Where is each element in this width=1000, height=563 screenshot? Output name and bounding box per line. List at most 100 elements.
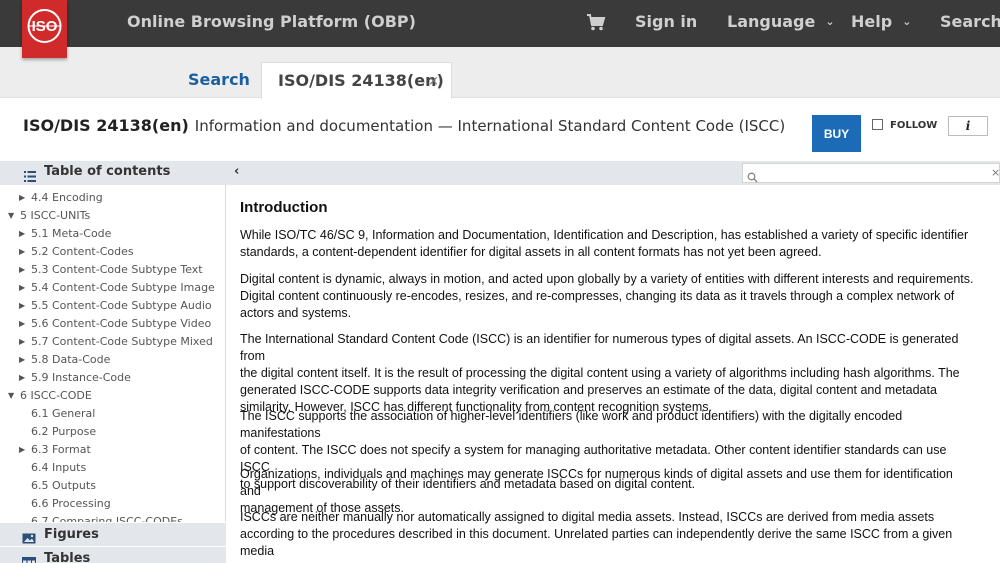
toc-item[interactable]: ▼ 6 ISCC-CODE: [8, 389, 92, 402]
toc-item[interactable]: ▶ 5.2 Content-Codes: [19, 245, 134, 258]
document-search[interactable]: ×: [742, 163, 1000, 183]
language-menu[interactable]: Language ⌄: [727, 12, 835, 31]
sign-in-link[interactable]: Sign in: [635, 12, 697, 31]
toc-item-label: 5.7 Content-Code Subtype Mixed: [31, 335, 213, 348]
caret-right-icon[interactable]: ▶: [19, 229, 25, 238]
paragraph-line: The ISCC supports the association of hig…: [240, 409, 903, 440]
toc-item-label: 5 ISCC-UNITs: [20, 209, 91, 222]
collapse-panel-button[interactable]: ‹: [234, 164, 239, 179]
tab-search[interactable]: Search: [188, 70, 250, 89]
paragraph: While ISO/TC 46/SC 9, Information and Do…: [240, 227, 975, 261]
toc-item[interactable]: ▶ 5.3 Content-Code Subtype Text: [19, 263, 203, 276]
toc-item-label: 6.1 General: [31, 407, 96, 420]
toc-item-label: 5.2 Content-Codes: [31, 245, 134, 258]
toc-item-label: 5.8 Data-Code: [31, 353, 111, 366]
paragraph-line: While ISO/TC 46/SC 9, Information and Do…: [240, 228, 969, 242]
table-icon: [22, 553, 36, 563]
toc-item[interactable]: ▶ 5.5 Content-Code Subtype Audio: [19, 299, 212, 312]
toc-list: ▶ 4.4 Encoding ▼ 5 ISCC-UNITs ▶ 5.1 Meta-Code…: [0, 185, 226, 522]
toc-item-label: 5.1 Meta-Code: [31, 227, 112, 240]
toc-item[interactable]: 6.6 Processing: [31, 497, 111, 510]
platform-title[interactable]: Online Browsing Platform (OBP): [127, 12, 416, 31]
figures-panel[interactable]: Figures: [0, 522, 226, 546]
paragraph: ISCCs are neither manually nor automatic…: [240, 509, 975, 563]
toc-item[interactable]: 6.4 Inputs: [31, 461, 86, 474]
tables-panel[interactable]: Tables: [0, 546, 226, 563]
toc-item-label: 6 ISCC-CODE: [20, 389, 92, 402]
toc-item-label: 6.5 Outputs: [31, 479, 96, 492]
toc-item[interactable]: ▶ 6.3 Format: [19, 443, 91, 456]
figures-label: Figures: [44, 527, 99, 542]
caret-right-icon[interactable]: ▶: [19, 301, 25, 310]
toc-item[interactable]: ▶ 5.7 Content-Code Subtype Mixed: [19, 335, 213, 348]
follow-checkbox[interactable]: FOLLOW: [872, 119, 937, 131]
paragraph-line: the digital content itself. It is the re…: [240, 366, 960, 380]
toc-item-label: 4.4 Encoding: [31, 191, 103, 204]
toc-item[interactable]: 6.1 General: [31, 407, 95, 420]
caret-right-icon[interactable]: ▶: [19, 319, 25, 328]
help-menu[interactable]: Help ⌄: [851, 12, 911, 31]
toc-item[interactable]: 6.2 Purpose: [31, 425, 96, 438]
tab-document[interactable]: ISO/DIS 24138(en) ×: [261, 62, 452, 99]
paragraph-line: The International Standard Content Code …: [240, 332, 959, 363]
toc-item-label: 6.4 Inputs: [31, 461, 87, 474]
tab-document-label: ISO/DIS 24138(en): [278, 71, 444, 90]
document-content: Introduction While ISO/TC 46/SC 9, Infor…: [226, 185, 1000, 563]
toc-item[interactable]: ▶ 4.4 Encoding: [19, 191, 103, 204]
close-icon[interactable]: ×: [428, 74, 439, 89]
toc-item[interactable]: ▶ 5.4 Content-Code Subtype Image: [19, 281, 215, 294]
help-label: Help: [851, 12, 893, 31]
clear-search-icon[interactable]: ×: [991, 166, 1000, 179]
paragraph: Digital content is dynamic, always in mo…: [240, 271, 975, 322]
chevron-down-icon: ⌄: [902, 15, 912, 28]
toc-item[interactable]: ▶ 5.9 Instance-Code: [19, 371, 131, 384]
search-link[interactable]: Search: [940, 12, 1000, 31]
checkbox-icon[interactable]: [872, 119, 883, 130]
caret-down-icon[interactable]: ▼: [8, 391, 14, 400]
caret-right-icon[interactable]: ▶: [19, 283, 25, 292]
toc-item-label: 6.7 Comparing ISCC-CODEs: [31, 515, 183, 522]
language-label: Language: [727, 12, 816, 31]
paragraph-line: standards, a content-dependent identifie…: [240, 245, 822, 259]
caret-right-icon[interactable]: ▶: [19, 337, 25, 346]
list-icon: [24, 167, 36, 186]
caret-right-icon[interactable]: ▶: [19, 355, 25, 364]
info-button[interactable]: i: [948, 116, 988, 136]
paragraph-line: Digital content continuously re-encodes,…: [240, 289, 955, 303]
caret-right-icon[interactable]: ▶: [19, 373, 25, 382]
svg-text:ISO: ISO: [32, 18, 58, 35]
paragraph-line: according to the procedures described in…: [240, 527, 953, 558]
document-search-input[interactable]: [761, 165, 981, 181]
toc-title: Table of contents: [44, 164, 171, 179]
toc-item[interactable]: ▶ 5.8 Data-Code: [19, 353, 111, 366]
toc-item-label: 5.6 Content-Code Subtype Video: [31, 317, 212, 330]
paragraph-line: generated ISCC-CODE supports data integr…: [240, 383, 937, 397]
tab-strip: Search ISO/DIS 24138(en) ×: [0, 47, 1000, 99]
caret-right-icon[interactable]: ▶: [19, 445, 25, 454]
caret-right-icon[interactable]: ▶: [19, 265, 25, 274]
caret-down-icon[interactable]: ▼: [8, 211, 14, 220]
toc-header[interactable]: Table of contents: [0, 161, 226, 185]
paragraph-line: actors and systems.: [240, 306, 352, 320]
toc-item-label: 5.9 Instance-Code: [31, 371, 131, 384]
toc-item[interactable]: 6.5 Outputs: [31, 479, 96, 492]
cart-icon[interactable]: [586, 13, 606, 35]
toc-item-label: 6.3 Format: [31, 443, 91, 456]
paragraph-line: ISCCs are neither manually nor automatic…: [240, 510, 935, 524]
toc-item[interactable]: 6.7 Comparing ISCC-CODEs: [31, 515, 183, 522]
toc-item[interactable]: ▶ 5.6 Content-Code Subtype Video: [19, 317, 212, 330]
section-heading: Introduction: [240, 199, 328, 216]
document-title: Information and documentation — Internat…: [194, 117, 786, 135]
toc-item[interactable]: ▼ 5 ISCC-UNITs: [8, 209, 91, 222]
buy-button[interactable]: BUY: [812, 115, 861, 152]
content-toolbar: ‹ ×: [226, 161, 1000, 185]
caret-right-icon[interactable]: ▶: [19, 247, 25, 256]
top-bar: ISO Online Browsing Platform (OBP) Sign …: [0, 0, 1000, 58]
paragraph: The International Standard Content Code …: [240, 331, 975, 416]
toc-item[interactable]: ▶ 5.1 Meta-Code: [19, 227, 112, 240]
caret-right-icon[interactable]: ▶: [19, 193, 25, 202]
page-title: ISO/DIS 24138(en) Information and documen…: [23, 116, 785, 135]
iso-logo[interactable]: ISO: [22, 0, 67, 58]
follow-label: FOLLOW: [890, 120, 938, 131]
paragraph-line: Digital content is dynamic, always in mo…: [240, 272, 974, 286]
